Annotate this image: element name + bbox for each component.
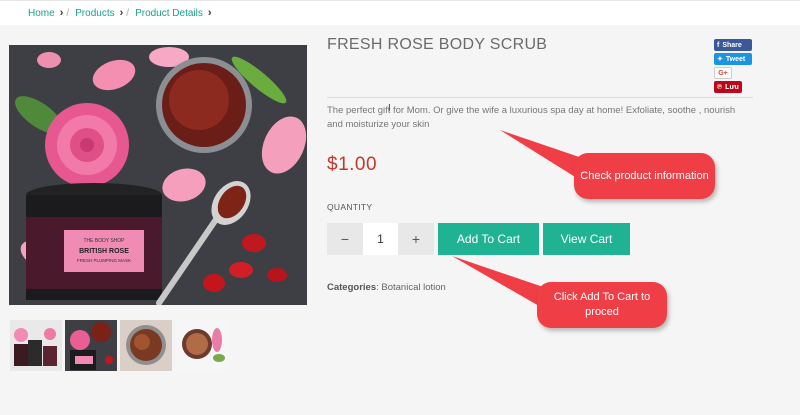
quantity-input[interactable]: 1 bbox=[363, 223, 398, 255]
breadcrumb: Home › / Products › / Product Details › bbox=[28, 7, 215, 19]
thumbnail-4[interactable] bbox=[175, 320, 227, 371]
callout-add-to-cart: Click Add To Cart to proced bbox=[537, 282, 667, 328]
thumbnail-3[interactable] bbox=[120, 320, 172, 371]
jar-name-text: BRITISH ROSE bbox=[79, 248, 129, 255]
breadcrumb-home[interactable]: Home bbox=[28, 8, 55, 19]
breadcrumb-separator: / bbox=[66, 7, 70, 19]
facebook-share-button[interactable]: f Share bbox=[714, 39, 752, 51]
breadcrumb-products[interactable]: Products bbox=[75, 8, 114, 19]
facebook-share-label: Share bbox=[722, 41, 742, 49]
breadcrumb-product-details[interactable]: Product Details bbox=[135, 8, 203, 19]
google-plus-button[interactable]: G+ bbox=[714, 67, 732, 79]
product-categories: Categories: Botanical lotion bbox=[327, 282, 446, 293]
social-share: f Share ✦ Tweet G+ ℗ Lưu bbox=[714, 39, 754, 95]
jar-brand-text: THE BODY SHOP bbox=[83, 238, 125, 244]
product-price: $1.00 bbox=[327, 154, 378, 175]
quantity-increment-button[interactable]: + bbox=[398, 223, 434, 255]
categories-value: : Botanical lotion bbox=[376, 282, 446, 293]
thumbnail-2[interactable] bbox=[65, 320, 117, 371]
pinterest-icon: ℗ bbox=[717, 83, 723, 91]
chevron-right-icon: › bbox=[119, 7, 124, 19]
view-cart-button[interactable]: View Cart bbox=[543, 223, 630, 255]
chevron-right-icon: › bbox=[207, 7, 212, 19]
quantity-stepper: − 1 + bbox=[327, 223, 434, 255]
categories-label: Categories bbox=[327, 282, 377, 293]
twitter-tweet-button[interactable]: ✦ Tweet bbox=[714, 53, 752, 65]
twitter-tweet-label: Tweet bbox=[725, 55, 746, 63]
facebook-icon: f bbox=[717, 41, 720, 49]
twitter-icon: ✦ bbox=[717, 56, 723, 63]
product-title: FRESH ROSE BODY SCRUB bbox=[327, 36, 548, 53]
chevron-right-icon: › bbox=[59, 7, 64, 19]
product-main-image[interactable]: THE BODY SHOP BRITISH ROSE FRESH PLUMPIN… bbox=[9, 45, 307, 305]
quantity-label: QUANTITY bbox=[327, 202, 373, 212]
title-divider bbox=[327, 97, 753, 98]
pinterest-save-button[interactable]: ℗ Lưu bbox=[714, 81, 742, 93]
breadcrumb-separator: / bbox=[126, 7, 130, 19]
callout-check-info: Check product information bbox=[574, 153, 715, 199]
thumbnail-strip bbox=[10, 320, 227, 371]
text-cursor-icon: I bbox=[388, 103, 391, 114]
jar-sub-text: FRESH PLUMPING MASK bbox=[77, 258, 131, 263]
thumbnail-1[interactable] bbox=[10, 320, 62, 371]
pinterest-save-label: Lưu bbox=[725, 83, 739, 91]
quantity-decrement-button[interactable]: − bbox=[327, 223, 363, 255]
add-to-cart-button[interactable]: Add To Cart bbox=[438, 223, 539, 255]
